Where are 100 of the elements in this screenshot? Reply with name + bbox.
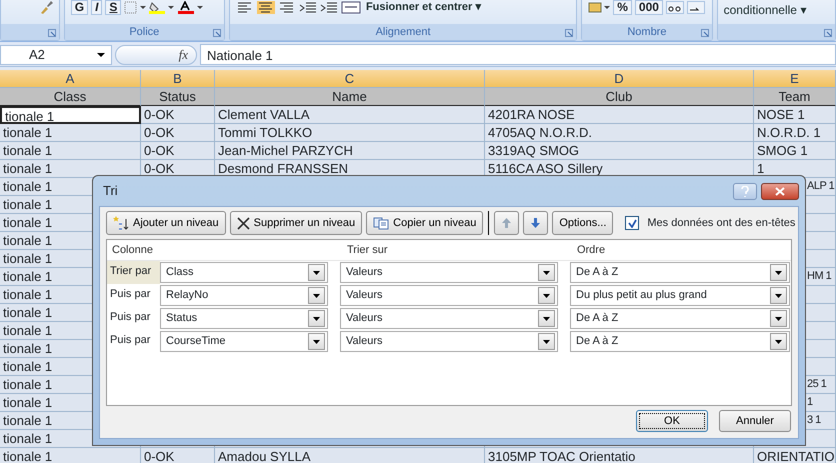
dropdown-button[interactable] [308,264,325,281]
dropdown-button[interactable] [538,264,555,281]
dropdown-value: De A à Z [576,311,618,326]
options-button[interactable]: Options... [552,211,614,235]
bold-button[interactable]: G [70,0,88,14]
dropdown-value: CourseTime [166,334,226,350]
caret-icon [543,270,550,274]
column-dropdown[interactable]: RelayNo [160,285,328,306]
add-level-button[interactable]: Ajouter un niveau [106,211,226,235]
underline-button[interactable]: S [105,0,122,14]
dropdown-button[interactable] [770,333,787,350]
dropdown-button[interactable] [770,310,787,327]
merge-center-button[interactable]: Fusionner et centrer ▾ [366,0,482,16]
dropdown-value: De A à Z [576,334,618,350]
table-header-cell: Class [0,88,141,107]
table-header-cell: Name [215,88,485,107]
decrease-indent-icon [298,0,317,14]
column-heading: Trier sur [346,242,389,258]
font-color-icon [178,0,204,14]
column-header[interactable]: A [0,70,141,88]
table-header-cell: Status [141,88,215,107]
name-box[interactable]: A2 [0,44,112,64]
order-dropdown[interactable]: De A à Z [570,308,790,329]
sort-on-dropdown[interactable]: Valeurs [340,285,558,306]
table-cell: SMOG 1 [754,142,836,160]
table-cell: 3105MP TOAC Orientatio [485,448,754,463]
dropdown-value: De A à Z [576,265,618,280]
align-right-icon [278,0,296,14]
column-header[interactable]: D [485,70,754,88]
table-cell: tionale 1 [0,160,141,178]
table-cell: tionale 1 [0,142,141,160]
x-icon [236,216,250,230]
dropdown-button[interactable] [308,287,325,304]
dropdown-button[interactable] [308,333,325,350]
caret-icon [543,316,550,320]
close-icon [775,186,785,196]
sort-on-dropdown[interactable]: Valeurs [340,262,558,283]
column-header[interactable]: C [215,70,485,88]
dropdown-button[interactable] [538,287,555,304]
active-cell: tionale 1 [0,106,141,124]
group-label: Police [129,24,160,40]
formula-field[interactable]: Nationale 1 [200,44,836,65]
table-cell: tionale 1 [0,124,141,142]
group-label: Nombre [627,24,666,40]
dialog-launcher-icon [824,29,832,37]
caret-icon [313,316,320,320]
thousands-button[interactable]: 000 [634,0,663,14]
dropdown-button[interactable] [770,287,787,304]
move-down-button[interactable] [523,211,548,235]
sort-add-icon [113,215,129,231]
function-button[interactable]: fx [178,44,188,64]
ok-button[interactable]: OK [636,410,708,432]
column-header[interactable]: E [754,70,836,88]
cancel-button[interactable]: Annuler [719,410,791,432]
headers-checkbox[interactable] [625,216,640,230]
caret-icon [775,270,782,274]
sort-on-dropdown[interactable]: Valeurs [340,331,558,352]
percent-button[interactable]: % [613,0,632,14]
dropdown-button[interactable] [538,310,555,327]
column-header[interactable]: B [141,70,215,88]
group-label: Alignement [376,24,431,40]
table-cell: 0-OK [141,106,215,124]
sort-on-dropdown[interactable]: Valeurs [340,308,558,329]
order-dropdown[interactable]: Du plus petit au plus grand [570,285,790,306]
dropdown-button[interactable] [308,310,325,327]
dialog-launcher-icon [700,29,709,37]
level-label: Trier par [107,261,160,284]
dropdown-button[interactable] [538,333,555,350]
order-dropdown[interactable]: De A à Z [570,331,790,352]
dropdown-value: Valeurs [346,334,382,350]
column-dropdown[interactable]: Class [160,262,328,283]
name-box-value: A2 [29,46,45,64]
dropdown-value: Valeurs [346,288,382,304]
table-cell: ORIENTATIO [754,448,836,463]
table-cell: Jean-Michel PARZYCH [215,142,485,160]
conditional-format-button[interactable]: conditionnelle ▾ [724,1,806,19]
dropdown-button[interactable] [770,264,787,281]
copy-icon [373,216,390,230]
italic-button[interactable]: I [91,0,102,14]
up-arrow-icon [502,218,512,228]
table-cell: 0-OK [141,448,215,463]
question-icon [741,186,749,196]
move-up-button[interactable] [494,211,520,235]
merge-cells-icon [340,0,361,14]
delete-level-button[interactable]: Supprimer un niveau [230,211,362,235]
dropdown-value: Class [166,265,194,280]
table-cell: 0-OK [141,124,215,142]
table-cell: tionale 1 [0,448,141,463]
caret-icon [543,294,550,298]
order-dropdown[interactable]: De A à Z [570,262,790,283]
caret-icon [543,340,550,344]
help-button[interactable] [733,182,757,200]
column-dropdown[interactable]: Status [160,308,328,329]
close-button[interactable] [761,182,799,200]
table-cell: N.O.R.D. 1 [754,124,836,142]
copy-level-button[interactable]: Copier un niveau [366,211,484,235]
checkbox-label: Mes données ont des en-têtes [647,216,796,231]
caret-icon [313,340,320,344]
table-cell: NOSE 1 [754,106,836,124]
column-dropdown[interactable]: CourseTime [160,331,328,352]
